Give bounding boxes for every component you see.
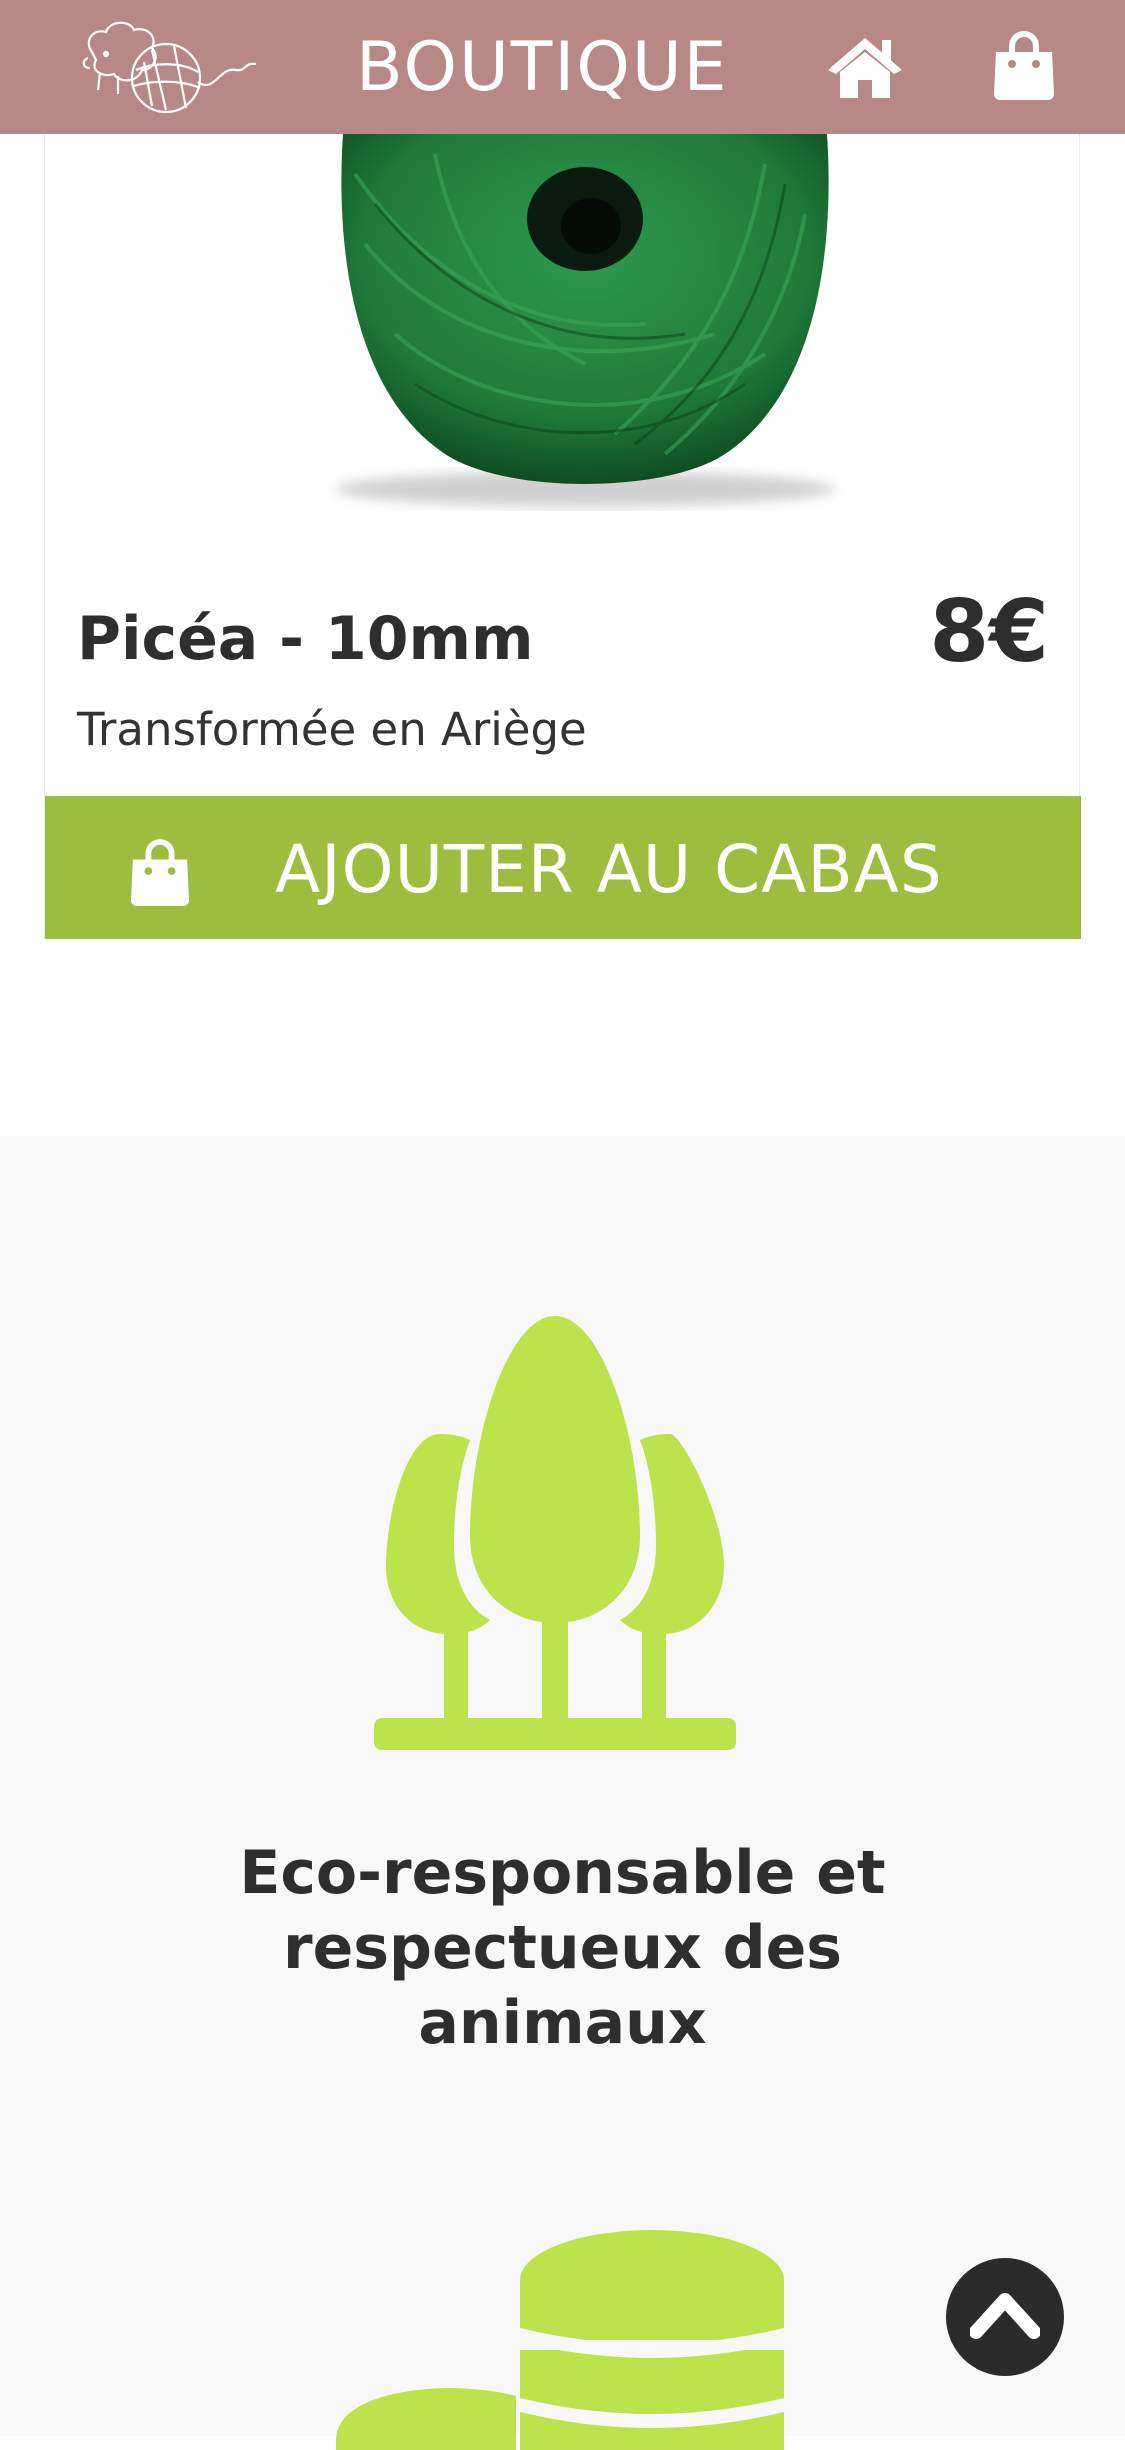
top-nav-bar: BOUTIQUE xyxy=(0,0,1125,134)
product-origin: Transformée en Ariège xyxy=(77,703,587,756)
add-to-cart-label: AJOUTER AU CABAS xyxy=(275,831,943,908)
features-section: Eco-responsable et respectueux des anima… xyxy=(0,1136,1125,2450)
page-title: BOUTIQUE xyxy=(356,28,729,107)
yarn-sheep-logo[interactable] xyxy=(74,12,260,120)
shopping-bag-icon xyxy=(130,839,190,906)
product-name[interactable]: Picéa - 10mm xyxy=(77,604,534,674)
trees-icon xyxy=(374,1316,736,1750)
feature-title: Eco-responsable et respectueux des anima… xyxy=(239,1838,886,2058)
home-icon[interactable] xyxy=(826,34,904,100)
add-to-cart-button[interactable]: AJOUTER AU CABAS xyxy=(45,796,1081,939)
shopping-bag-icon[interactable] xyxy=(992,30,1056,102)
product-image[interactable] xyxy=(285,134,885,514)
chevron-up-icon xyxy=(970,2293,1040,2339)
product-price: 8€ xyxy=(929,582,1049,682)
product-card: Picéa - 10mm 8€ Transformée en Ariège AJ… xyxy=(44,134,1081,939)
scroll-to-top-button[interactable] xyxy=(946,2258,1064,2376)
coins-icon xyxy=(336,2230,784,2450)
